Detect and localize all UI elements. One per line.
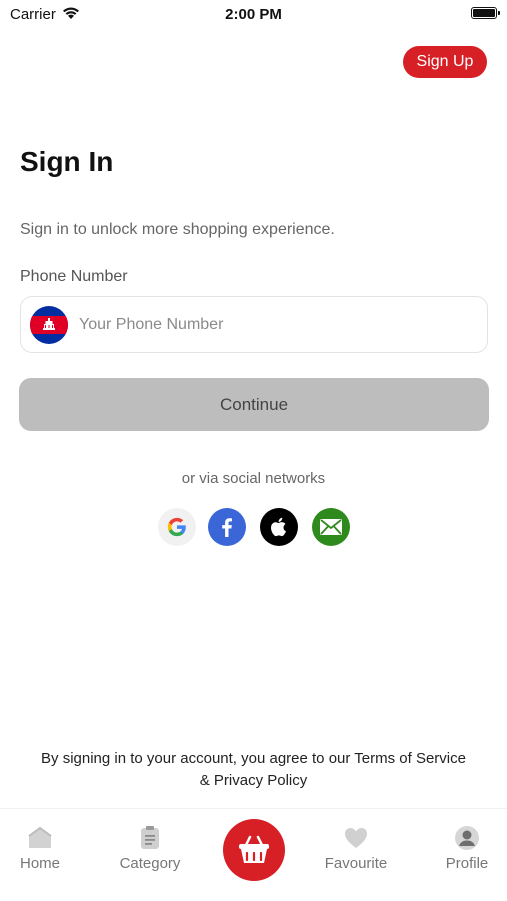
- continue-button[interactable]: Continue: [19, 378, 489, 431]
- email-login-button[interactable]: [312, 508, 350, 546]
- tab-category[interactable]: Category: [105, 825, 195, 872]
- tab-profile-label: Profile: [445, 855, 489, 872]
- tab-category-label: Category: [119, 855, 181, 872]
- status-bar: Carrier 2:00 PM: [0, 0, 507, 30]
- facebook-icon: [222, 518, 232, 537]
- phone-number-input[interactable]: [79, 297, 479, 352]
- status-time: 2:00 PM: [225, 6, 282, 23]
- phone-number-field[interactable]: [20, 296, 488, 353]
- apple-login-button[interactable]: [260, 508, 298, 546]
- terms-notice: By signing in to your account, you agree…: [41, 750, 466, 789]
- tab-home-label: Home: [19, 855, 60, 872]
- google-icon: [167, 517, 186, 537]
- tab-cart[interactable]: [223, 819, 285, 881]
- sign-up-button[interactable]: Sign Up: [403, 46, 487, 78]
- category-icon: [141, 826, 159, 849]
- sign-in-subtitle: Sign in to unlock more shopping experien…: [20, 221, 335, 238]
- tab-favourite[interactable]: Favourite: [311, 825, 401, 872]
- tab-profile[interactable]: Profile: [422, 825, 507, 872]
- home-icon: [28, 826, 52, 848]
- tab-home[interactable]: Home: [0, 825, 85, 872]
- social-networks-label: or via social networks: [181, 470, 326, 487]
- tab-favourite-label: Favourite: [324, 855, 388, 872]
- email-icon: [320, 519, 342, 535]
- google-login-button[interactable]: [158, 508, 196, 546]
- phone-number-label: Phone Number: [20, 268, 128, 285]
- page-title: Sign In: [20, 146, 114, 177]
- heart-icon: [345, 828, 367, 848]
- profile-icon: [455, 826, 479, 850]
- cart-icon: [239, 835, 269, 863]
- battery-icon: [471, 7, 500, 19]
- facebook-login-button[interactable]: [208, 508, 246, 546]
- cambodia-flag-icon[interactable]: [30, 306, 68, 344]
- apple-icon: [271, 517, 286, 537]
- bottom-tab-bar: Home Category Favourite Profile: [0, 808, 507, 901]
